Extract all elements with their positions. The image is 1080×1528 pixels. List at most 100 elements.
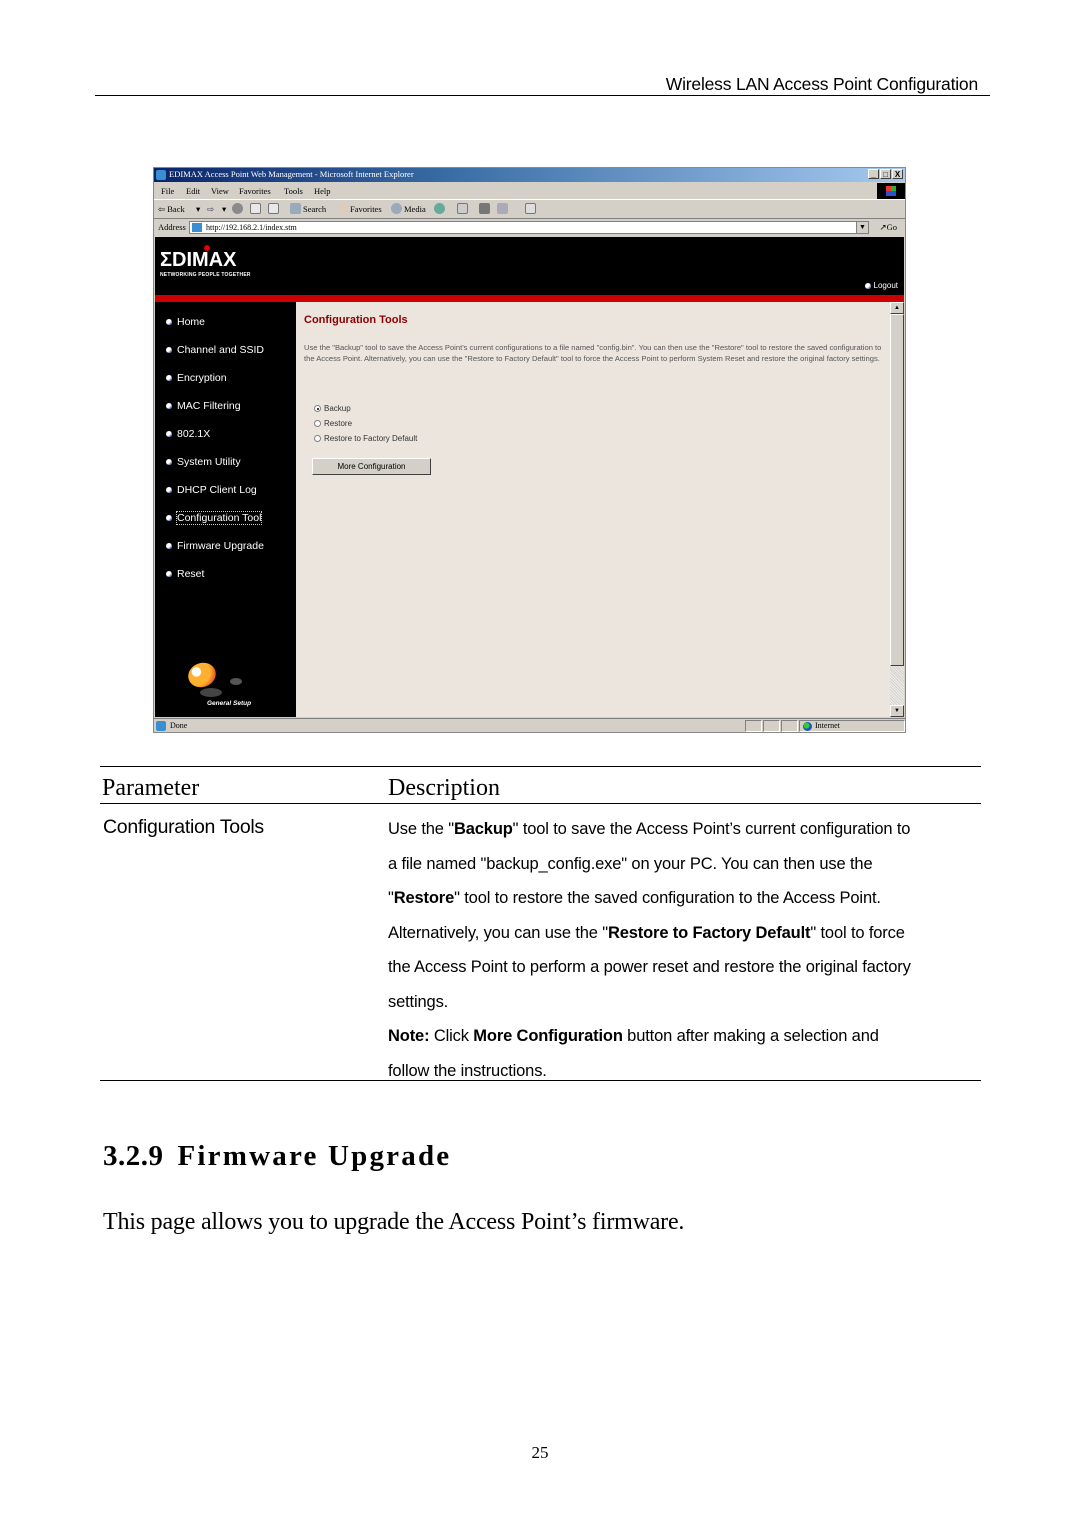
bullet-icon (166, 403, 172, 409)
bullet-icon (166, 459, 172, 465)
more-configuration-button[interactable]: More Configuration (312, 458, 431, 475)
parameter-description: Use the "Backup" tool to save the Access… (388, 816, 988, 1092)
address-input[interactable]: http://192.168.2.1/index.stm ▼ (189, 221, 869, 234)
description-line: a file named "backup_config.exe" on your… (388, 851, 988, 886)
description-line: settings. (388, 989, 988, 1024)
bullet-icon (166, 487, 172, 493)
sidebar-item-encryption[interactable]: Encryption (166, 372, 227, 384)
radio-factory-default[interactable] (314, 435, 321, 442)
column-header-parameter: Parameter (102, 775, 200, 801)
sidebar-item-channel-ssid[interactable]: Channel and SSID (166, 344, 264, 356)
sidebar-item-mac-filtering[interactable]: MAC Filtering (166, 400, 241, 412)
sidebar-item-8021x[interactable]: 802.1X (166, 428, 210, 440)
text-run: Use the " (388, 820, 454, 838)
table-header-rule (100, 803, 981, 804)
section-body: This page allows you to upgrade the Acce… (103, 1209, 685, 1235)
menu-tools[interactable]: Tools (284, 186, 303, 196)
radio-backup[interactable] (314, 405, 321, 412)
bullet-icon (166, 375, 172, 381)
red-divider (155, 295, 904, 302)
zone-text: Internet (815, 721, 840, 730)
option-backup[interactable]: Backup (314, 401, 417, 416)
option-restore[interactable]: Restore (314, 416, 417, 431)
menu-bar: File Edit View Favorites Tools Help (154, 183, 905, 200)
sidebar-item-home[interactable]: Home (166, 316, 205, 328)
go-button[interactable]: ↗Go (879, 222, 897, 233)
coin-stack-graphic (184, 658, 220, 692)
menu-favorites[interactable]: Favorites (239, 186, 271, 196)
forward-dropdown-icon[interactable]: ▾ (222, 204, 226, 215)
back-dropdown-icon[interactable]: ▾ (196, 204, 200, 215)
home-icon[interactable] (268, 203, 279, 214)
address-dropdown-icon[interactable]: ▼ (856, 222, 868, 233)
scroll-up-icon[interactable]: ▲ (890, 302, 904, 314)
text-run: button after making a selection and (622, 1027, 879, 1045)
page-icon (192, 223, 202, 232)
edit-icon[interactable] (497, 203, 508, 214)
mail-icon[interactable] (457, 203, 468, 214)
main-content: Configuration Tools Use the "Backup" too… (296, 302, 890, 717)
sidebar-item-configuration-tool[interactable]: Configuration Tool (166, 511, 263, 525)
bold-term: Note: (388, 1027, 430, 1045)
media-button[interactable]: Media (404, 204, 426, 214)
back-button[interactable]: ⇦ Back (158, 204, 185, 215)
radio-restore[interactable] (314, 420, 321, 427)
toolbar: ⇦ Back ▾ ⇨ ▾ Search Favorites Media (154, 200, 905, 219)
menu-file[interactable]: File (161, 186, 174, 196)
scroll-thumb[interactable] (890, 314, 904, 666)
minimize-button[interactable]: _ (868, 169, 879, 179)
text-run: " tool to restore the saved configuratio… (454, 889, 881, 907)
logout-label: Logout (873, 281, 898, 290)
close-button[interactable]: X (892, 169, 903, 179)
shadow-graphic (200, 688, 222, 697)
text-run: the Access Point to perform a power rese… (388, 958, 911, 976)
sidebar-item-label: 802.1X (177, 428, 211, 440)
history-icon[interactable] (434, 203, 445, 214)
print-icon[interactable] (479, 203, 490, 214)
menu-help[interactable]: Help (314, 186, 331, 196)
search-button[interactable]: Search (303, 204, 326, 214)
general-setup-label: General Setup (207, 700, 252, 707)
scroll-down-icon[interactable]: ▼ (890, 705, 904, 717)
media-icon (391, 203, 402, 214)
logout-link[interactable]: Logout (864, 281, 898, 290)
text-run: " tool to force (810, 923, 905, 942)
stop-icon[interactable] (232, 203, 243, 214)
menu-view[interactable]: View (211, 186, 229, 196)
text-run: a file named "backup_config.exe" on your… (388, 854, 873, 873)
refresh-icon[interactable] (250, 203, 261, 214)
status-bar: Done Internet (154, 718, 905, 734)
page-title: Configuration Tools (304, 314, 408, 326)
bullet-icon (864, 282, 871, 289)
sidebar-item-reset[interactable]: Reset (166, 568, 204, 580)
sidebar-item-firmware-upgrade[interactable]: Firmware Upgrade (166, 540, 264, 552)
favorites-button[interactable]: Favorites (350, 204, 382, 214)
address-url[interactable]: http://192.168.2.1/index.stm (206, 223, 297, 232)
windows-logo-icon (877, 183, 905, 199)
bold-term: Restore (393, 889, 455, 907)
section-number: 3.2.9 (103, 1140, 164, 1172)
vertical-scrollbar[interactable]: ▲ ▼ (890, 302, 904, 717)
edimax-banner: ΣDIMAX NETWORKING PEOPLE TOGETHER Logout (155, 237, 904, 295)
forward-button[interactable]: ⇨ (207, 204, 214, 215)
section-title: Firmware Upgrade (177, 1140, 452, 1172)
sidebar-item-dhcp-client-log[interactable]: DHCP Client Log (166, 484, 257, 496)
running-header-text: Wireless LAN Access Point Configuration (665, 74, 978, 94)
bold-term: Restore to Factory Default (607, 923, 811, 942)
discuss-icon[interactable] (525, 203, 536, 214)
page-number: 25 (531, 1443, 549, 1462)
description-line: Note: Click More Configuration button af… (388, 1023, 988, 1058)
menu-edit[interactable]: Edit (186, 186, 200, 196)
running-header: Wireless LAN Access Point Configuration (95, 74, 990, 96)
option-label: Backup (324, 404, 351, 413)
edimax-logo: ΣDIMAX (160, 245, 236, 270)
maximize-button[interactable]: □ (880, 169, 891, 179)
text-run: follow the instructions. (388, 1061, 547, 1080)
sidebar-item-label: Channel and SSID (177, 344, 264, 356)
status-text: Done (170, 721, 188, 730)
option-factory-default[interactable]: Restore to Factory Default (314, 431, 417, 446)
description-line: "Restore" tool to restore the saved conf… (388, 885, 988, 920)
browser-title-bar: EDIMAX Access Point Web Management - Mic… (154, 168, 905, 182)
sidebar-item-system-utility[interactable]: System Utility (166, 456, 241, 468)
bullet-icon (166, 347, 172, 353)
